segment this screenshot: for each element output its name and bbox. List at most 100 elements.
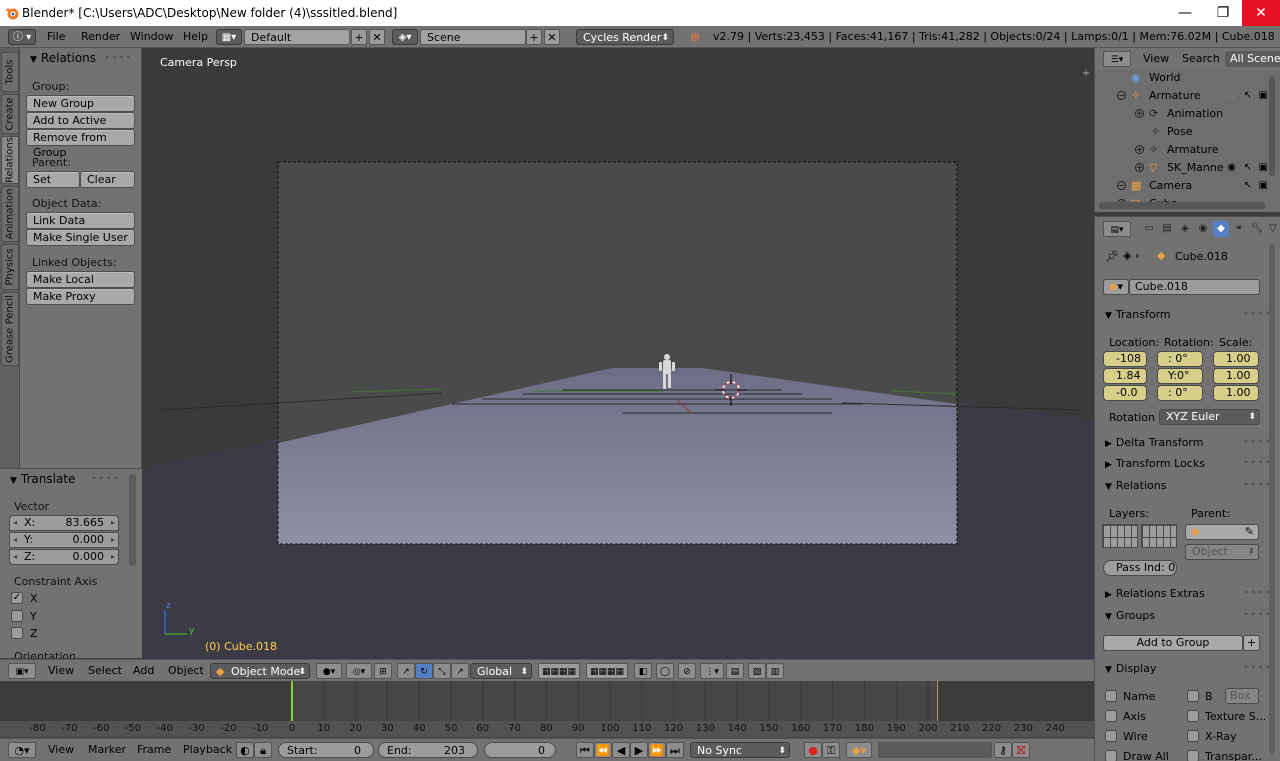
- outliner-scrollbar[interactable]: [1269, 76, 1275, 176]
- insert-keyframe-icon[interactable]: ⚷: [994, 742, 1012, 758]
- parent-clear-button[interactable]: Clear: [80, 171, 135, 188]
- tab-animation[interactable]: Animation: [1, 186, 19, 242]
- constraint-z-checkbox[interactable]: [11, 627, 23, 639]
- pivot-point-icon[interactable]: ◎▾: [346, 663, 372, 679]
- display-axis-checkbox[interactable]: [1105, 710, 1117, 722]
- end-frame-field[interactable]: End: 203: [378, 742, 478, 758]
- decrement-arrow-icon[interactable]: ◂: [13, 516, 17, 530]
- display-texture-space-checkbox[interactable]: [1187, 710, 1199, 722]
- relations-panel-header[interactable]: ▼ Relations: [1105, 479, 1166, 492]
- current-frame-field[interactable]: 0: [484, 742, 556, 758]
- remove-from-group-button[interactable]: Remove from Group: [26, 129, 135, 159]
- render-layers-tab-icon[interactable]: ▤: [1159, 221, 1175, 237]
- rotation-mode-dropdown[interactable]: XYZ Euler ⬍: [1159, 409, 1260, 425]
- pin-icon[interactable]: 📌︎: [1105, 250, 1119, 263]
- outliner-hscrollbar[interactable]: [1099, 202, 1265, 209]
- outliner-row-armature[interactable]: − ✧ Armature ◡ ↖ ▣: [1095, 87, 1280, 105]
- layers-grid-1[interactable]: [1102, 524, 1138, 548]
- constraint-y-checkbox[interactable]: [11, 610, 23, 622]
- operator-panel-scrollbar[interactable]: [129, 474, 136, 566]
- timeline-menu-view[interactable]: View: [48, 742, 74, 758]
- decrement-arrow-icon[interactable]: ◂: [13, 533, 17, 547]
- transform-orientation-dropdown[interactable]: Global ⬍: [470, 663, 532, 679]
- render-image-icon[interactable]: ▨: [748, 663, 766, 679]
- display-draw-all-checkbox[interactable]: [1105, 750, 1117, 761]
- snap-toggle-icon[interactable]: ⊘: [678, 663, 696, 679]
- proportional-edit-icon[interactable]: ◯: [656, 663, 674, 679]
- lock-time-icon[interactable]: 🔒︎: [254, 742, 272, 758]
- lock-layers-icon[interactable]: ◧: [634, 663, 652, 679]
- panel-grip-icon[interactable]: ∙∙∙∙: [1243, 479, 1272, 490]
- delta-transform-panel-header[interactable]: ▶ Delta Transform: [1105, 436, 1203, 449]
- rotation-x-field[interactable]: : 0°: [1157, 351, 1203, 367]
- menu-file[interactable]: File: [43, 29, 69, 45]
- pass-index-field[interactable]: Pass Ind: 0: [1103, 560, 1177, 576]
- display-xray-checkbox[interactable]: [1187, 730, 1199, 742]
- start-frame-field[interactable]: Start: 0: [278, 742, 374, 758]
- record-icon[interactable]: ●: [804, 742, 822, 758]
- render-animation-icon[interactable]: ▥: [766, 663, 784, 679]
- viewport-menu-view[interactable]: View: [48, 663, 74, 679]
- selectable-cursor-icon[interactable]: ↖: [1244, 87, 1252, 105]
- panel-grip-icon[interactable]: ∙∙∙∙: [1243, 436, 1272, 447]
- panel-grip-icon[interactable]: ∙∙∙∙: [1243, 587, 1272, 598]
- display-panel-header[interactable]: ▼ Display: [1105, 662, 1156, 675]
- screen-layout-field[interactable]: Default: [244, 29, 350, 45]
- visibility-eye-icon[interactable]: ◉: [1227, 159, 1236, 177]
- 3d-viewport[interactable]: + Camera Persp z y (0) Cube.018: [142, 48, 1094, 659]
- visibility-eye-icon[interactable]: ◡: [1227, 87, 1236, 105]
- keying-set-field[interactable]: [878, 742, 992, 758]
- editor-type-3dview-icon[interactable]: ▣▾: [8, 663, 36, 679]
- outliner-row-armature-data[interactable]: + ✧ Armature: [1095, 141, 1280, 159]
- menu-render[interactable]: Render: [77, 29, 124, 45]
- editor-type-outliner-icon[interactable]: ☰▾: [1103, 51, 1131, 67]
- play-reverse-icon[interactable]: ◀: [612, 742, 630, 758]
- timeline-ruler[interactable]: -80 -70 -60 -50 -40 -30 -20 -10 0 10 20 30 40 50 60 70 8…: [0, 721, 1094, 737]
- scale-z-field[interactable]: 1.00: [1213, 385, 1259, 401]
- add-layout-icon[interactable]: +: [351, 29, 367, 45]
- timeline-menu-marker[interactable]: Marker: [88, 742, 126, 758]
- properties-scrollbar[interactable]: [1269, 244, 1275, 754]
- relations-panel-header[interactable]: ▼ Relations ∙∙∙∙: [20, 48, 141, 68]
- make-single-user-button[interactable]: Make Single User: [26, 229, 135, 246]
- add-to-group-button[interactable]: Add to Group: [1103, 635, 1243, 651]
- outliner-menu-view[interactable]: View: [1143, 51, 1169, 67]
- jump-keyframe-forward-icon[interactable]: ⏩: [648, 742, 666, 758]
- scene-field[interactable]: Scene: [420, 29, 526, 45]
- close-button[interactable]: ✕: [1242, 0, 1280, 26]
- link-data-button[interactable]: Link Data: [26, 212, 135, 229]
- menu-help[interactable]: Help: [179, 29, 212, 45]
- editor-type-timeline-icon[interactable]: ◔▾: [8, 742, 36, 758]
- jump-keyframe-back-icon[interactable]: ⏪: [594, 742, 612, 758]
- add-scene-icon[interactable]: +: [526, 29, 542, 45]
- rotation-z-field[interactable]: : 0°: [1157, 385, 1203, 401]
- keyframe-type-icon[interactable]: ◆▾: [846, 742, 872, 758]
- tab-relations[interactable]: Relations: [1, 136, 19, 184]
- sync-mode-dropdown[interactable]: No Sync ⬍: [690, 742, 790, 758]
- renderable-camera-icon[interactable]: ▣: [1259, 159, 1268, 177]
- delete-keyframe-icon[interactable]: ⛝: [1012, 742, 1030, 758]
- vector-z-field[interactable]: ◂ Z: 0.000 ▸: [9, 549, 119, 565]
- tab-tools[interactable]: Tools: [1, 52, 19, 92]
- display-bounds-checkbox[interactable]: [1187, 690, 1199, 702]
- add-group-plus-icon[interactable]: +: [1243, 635, 1260, 651]
- object-tab-icon[interactable]: ◆: [1213, 221, 1229, 237]
- maximize-button[interactable]: ❐: [1204, 0, 1242, 26]
- relations-extras-panel-header[interactable]: ▶ Relations Extras: [1105, 587, 1205, 600]
- scale-y-field[interactable]: 1.00: [1213, 368, 1259, 384]
- modifiers-tab-icon[interactable]: 🔧︎: [1249, 221, 1265, 237]
- manipulator-translate-icon[interactable]: ↗: [397, 663, 415, 679]
- outliner-row-animation[interactable]: + ⟳ Animation: [1095, 105, 1280, 123]
- scene-layers-grid-icon[interactable]: ▦▦▦▦: [538, 663, 580, 679]
- location-z-field[interactable]: -0.0: [1103, 385, 1147, 401]
- constraint-x-checkbox[interactable]: ✓: [11, 592, 23, 604]
- vector-y-field[interactable]: ◂ Y: 0.000 ▸: [9, 532, 119, 548]
- outliner-row-pose[interactable]: ✧ Pose: [1095, 123, 1280, 141]
- outliner-menu-search[interactable]: Search: [1182, 51, 1220, 67]
- manipulator-scale-icon[interactable]: ⤡: [433, 663, 451, 679]
- add-to-active-button[interactable]: Add to Active: [26, 112, 135, 129]
- expand-toggle-icon[interactable]: +: [1135, 109, 1144, 118]
- render-engine-dropdown[interactable]: Cycles Render ⬍: [576, 29, 674, 45]
- viewport-shading-icon[interactable]: ●▾: [316, 663, 342, 679]
- render-tab-icon[interactable]: ▭: [1141, 221, 1157, 237]
